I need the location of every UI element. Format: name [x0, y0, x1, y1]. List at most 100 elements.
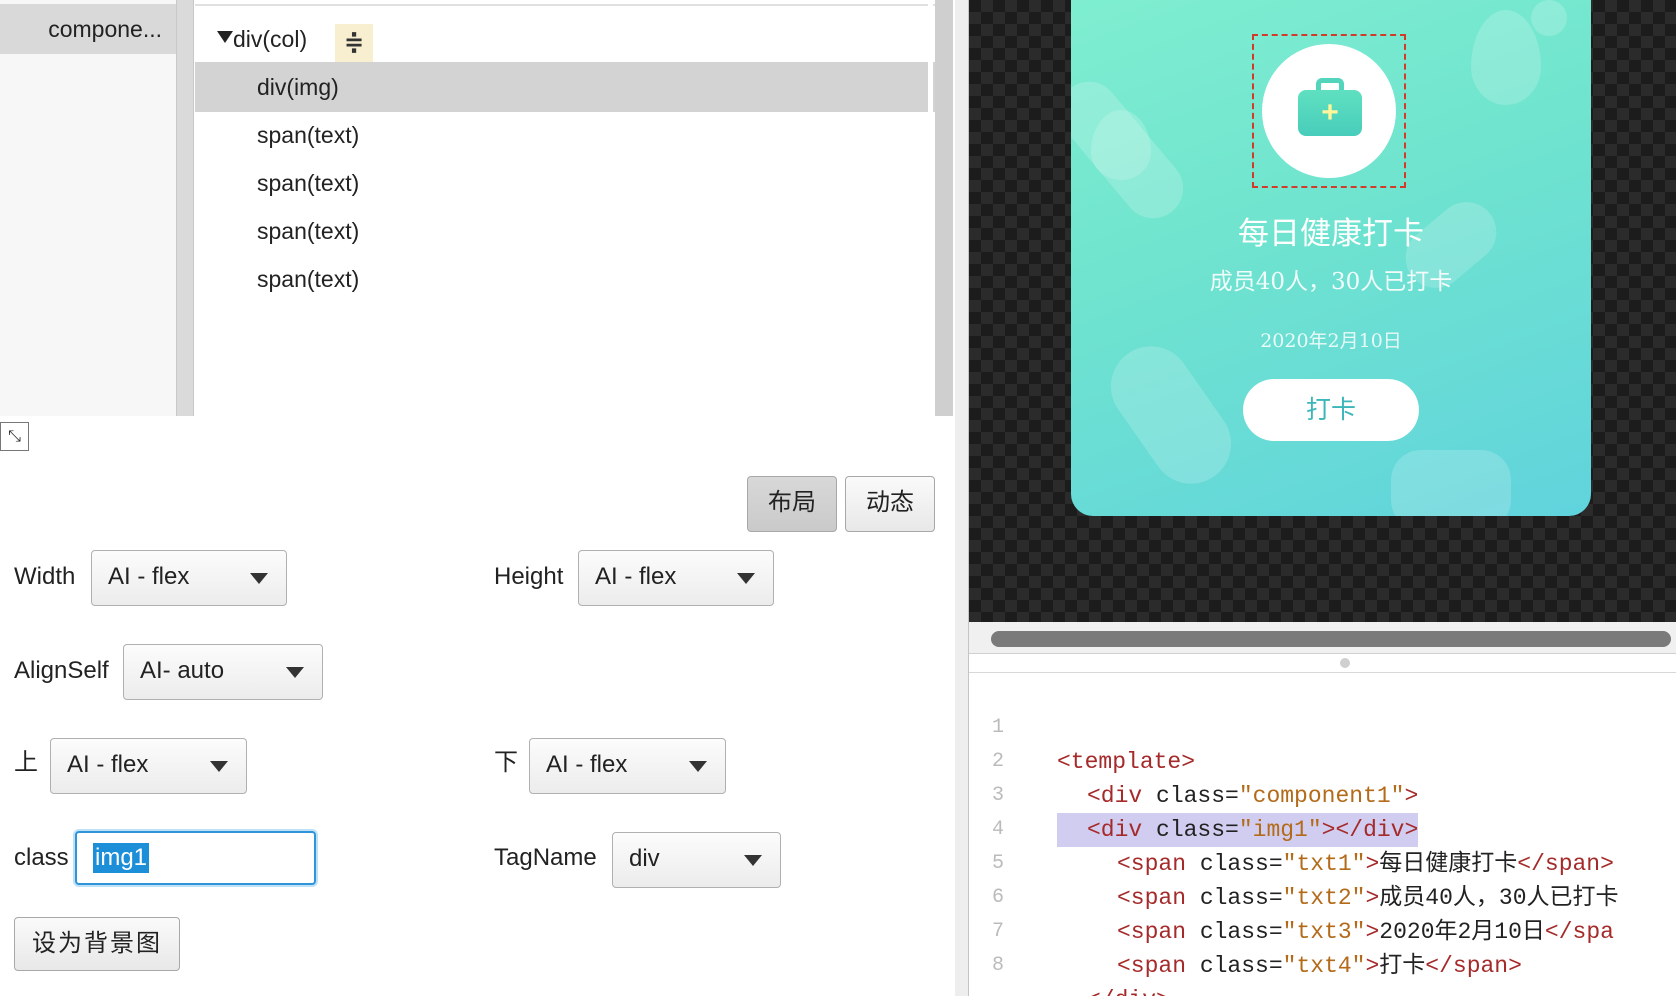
code-token: 每日健康打卡	[1379, 851, 1518, 877]
code-line[interactable]: 2 <div class="component1">	[969, 711, 1418, 809]
code-token: class=	[1199, 885, 1283, 911]
tree-scrollbar[interactable]	[935, 0, 953, 416]
code-token: </span>	[1517, 851, 1614, 877]
code-token: >	[1365, 851, 1380, 877]
code-token: 2020年2月10日	[1379, 919, 1545, 945]
top-margin-select[interactable]: AI - flex	[50, 738, 247, 794]
component-item-label: compone...	[48, 16, 162, 42]
tree-node-label: span(text)	[257, 170, 360, 196]
expand-caret-icon[interactable]	[217, 31, 233, 43]
width-label: Width	[14, 563, 76, 590]
tree-node-label: div(img)	[257, 74, 339, 100]
layout-direction-icon[interactable]: ≑	[335, 24, 373, 62]
code-token: </spa	[1544, 919, 1614, 945]
bottom-margin-label: 下	[494, 749, 518, 776]
collapse-icon[interactable]: ⤡	[0, 422, 29, 451]
chevron-down-icon	[250, 573, 268, 584]
splitter-handle[interactable]	[1340, 658, 1350, 668]
code-line[interactable]: 7 <span class="txt4">打卡</span>	[969, 881, 1522, 979]
tree-node-label: div(col)	[233, 26, 308, 52]
chevron-down-icon	[737, 573, 755, 584]
code-token: </div>	[1087, 987, 1170, 996]
height-label: Height	[494, 563, 564, 590]
code-token: class=	[1199, 851, 1283, 877]
tree-node[interactable]: span(text)	[195, 254, 937, 304]
height-select-value: AI - flex	[595, 563, 677, 590]
code-token: "txt2"	[1282, 885, 1366, 911]
tree-node[interactable]: div(img)	[195, 62, 937, 112]
card-date[interactable]: 2020年2月10日	[1071, 326, 1591, 353]
code-token: >	[1404, 783, 1419, 809]
code-token: "txt4"	[1282, 953, 1366, 979]
code-editor[interactable]: 1 <template> 2 <div class="component1"> …	[969, 673, 1676, 996]
bottom-margin-select-value: AI - flex	[546, 751, 628, 778]
tree-node-root[interactable]: div(col) ≑	[195, 14, 937, 64]
code-line[interactable]: 6 <span class="txt3">2020年2月10日</spa	[969, 847, 1614, 945]
alignself-select[interactable]: AI- auto	[123, 644, 323, 700]
chevron-down-icon	[286, 667, 304, 678]
panel-divider[interactable]	[176, 0, 194, 416]
chevron-down-icon	[744, 855, 762, 866]
tab-dynamic[interactable]: 动态	[845, 476, 935, 532]
width-select[interactable]: AI - flex	[91, 550, 287, 606]
set-background-button[interactable]: 设为背景图	[14, 917, 180, 971]
code-token: <div	[1087, 817, 1157, 843]
code-token: "img1"	[1238, 817, 1322, 843]
drop-decoration-icon	[1091, 110, 1151, 180]
code-line[interactable]: 1 <template>	[969, 677, 1195, 775]
tab-layout[interactable]: 布局	[747, 476, 837, 532]
component-tree: div(col) ≑ div(img) span(text) span(text…	[195, 4, 937, 416]
tagname-label: TagName	[494, 844, 597, 871]
code-token: </span>	[1425, 953, 1522, 979]
code-token: class=	[1199, 919, 1283, 945]
code-line-highlighted[interactable]: 3 <div class="img1"></div>	[969, 745, 1419, 847]
tree-scroll-gap	[928, 0, 933, 416]
check-in-button[interactable]: 打卡	[1243, 379, 1419, 441]
tree-node[interactable]: span(text)	[195, 158, 937, 208]
class-input-value[interactable]: img1	[93, 843, 150, 873]
code-token: class=	[1199, 953, 1283, 979]
tree-node-label: span(text)	[257, 218, 360, 244]
code-token: >	[1365, 953, 1380, 979]
code-token: class=	[1156, 783, 1239, 809]
plus-icon: +	[1321, 96, 1339, 129]
code-token: >	[1365, 885, 1380, 911]
code-token: 打卡	[1379, 953, 1426, 979]
tagname-select[interactable]: div	[612, 832, 781, 888]
code-token: <div	[1087, 783, 1157, 809]
code-line[interactable]: 8 </div>	[969, 915, 1170, 996]
card-subtitle[interactable]: 成员40人，30人已打卡	[1071, 262, 1591, 296]
components-panel	[0, 0, 178, 416]
top-margin-select-value: AI - flex	[67, 751, 149, 778]
line-number: 8	[991, 954, 1004, 977]
tree-node-label: span(text)	[257, 266, 360, 292]
code-line[interactable]: 4 <span class="txt1">每日健康打卡</span>	[969, 779, 1614, 877]
height-select[interactable]: AI - flex	[578, 550, 774, 606]
code-token: "txt3"	[1282, 919, 1366, 945]
vertical-splitter[interactable]	[955, 0, 969, 996]
code-token: "txt1"	[1282, 851, 1366, 877]
tagname-select-value: div	[629, 845, 660, 872]
class-label: class	[14, 844, 69, 871]
code-token: >	[1365, 919, 1380, 945]
bottom-margin-select[interactable]: AI - flex	[529, 738, 726, 794]
preview-horizontal-scrollbar[interactable]	[991, 631, 1671, 647]
tree-node-label: span(text)	[257, 122, 360, 148]
chevron-down-icon	[210, 761, 228, 772]
code-token: <span	[1117, 885, 1200, 911]
code-token: <template>	[1057, 749, 1196, 775]
drop-decoration-icon	[1471, 10, 1541, 105]
component-list-item[interactable]: compone...	[0, 4, 176, 54]
mask-decoration-icon	[1391, 450, 1511, 516]
code-token: <span	[1117, 953, 1200, 979]
tree-node[interactable]: span(text)	[195, 206, 937, 256]
card-title[interactable]: 每日健康打卡	[1071, 208, 1591, 253]
code-token: <span	[1117, 851, 1200, 877]
code-token: 成员40人，30人已打卡	[1379, 885, 1619, 911]
code-token: class=	[1156, 817, 1239, 843]
tree-node[interactable]: span(text)	[195, 110, 937, 160]
alignself-select-value: AI- auto	[140, 657, 225, 684]
top-margin-label: 上	[14, 749, 38, 776]
code-token: <span	[1117, 919, 1200, 945]
code-line[interactable]: 5 <span class="txt2">成员40人，30人已打卡	[969, 813, 1619, 911]
